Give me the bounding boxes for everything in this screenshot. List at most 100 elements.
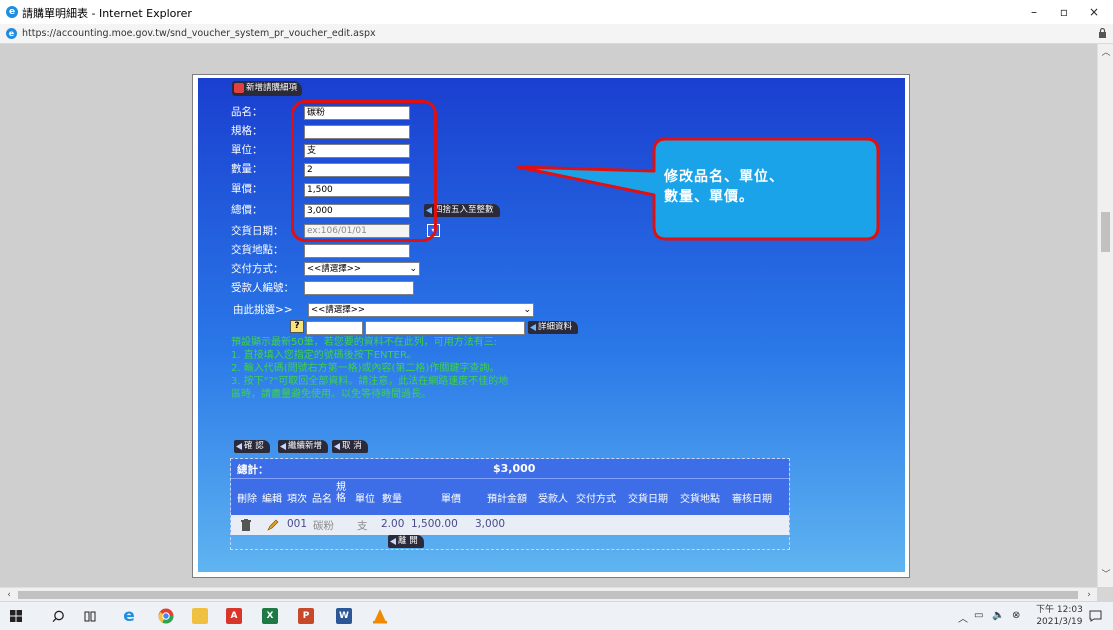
- delivery-place-label: 交貨地點：: [231, 244, 284, 256]
- col-delivery-place: 交貨地點: [680, 494, 720, 505]
- instruction-line-2: 2. 輸入代碼(問號右方第一格)或內容(第二格)作關鍵字查詢。: [231, 363, 500, 374]
- scrollbar-thumb-h[interactable]: [18, 591, 1078, 599]
- url-field[interactable]: https://accounting.moe.gov.tw/snd_vouche…: [22, 28, 376, 39]
- arrow-icon: [280, 443, 286, 450]
- col-item: 品名: [312, 494, 332, 505]
- delivery-date-label: 交貨日期：: [231, 225, 284, 237]
- window-titlebar: e 請購單明細表 - Internet Explorer – ▫ ×: [0, 0, 1113, 24]
- picker-select[interactable]: <<請選擇>> ⌄: [308, 303, 534, 317]
- callout-line-1: 修改品名、單位、: [664, 169, 784, 185]
- pencil-icon[interactable]: [267, 519, 279, 531]
- add-item-tab[interactable]: 新增請購細項: [232, 81, 303, 96]
- clock[interactable]: 下午 12:03 2021/3/19: [1036, 604, 1083, 628]
- acrobat-icon[interactable]: A: [226, 608, 242, 624]
- chrome-icon[interactable]: [158, 608, 174, 624]
- delivery-place-input[interactable]: [304, 244, 410, 258]
- cancel-button[interactable]: 取 消: [332, 440, 368, 453]
- row-item: 碳粉: [313, 520, 334, 532]
- col-unit: 單位: [355, 494, 375, 505]
- row-qty: 2.00: [381, 518, 405, 530]
- col-index: 項次: [287, 494, 307, 505]
- payee-input[interactable]: [304, 281, 414, 295]
- unit-label: 單位：: [231, 144, 263, 156]
- picker-keyword-input[interactable]: [365, 321, 525, 335]
- summary-total-value: $3,000: [493, 462, 536, 475]
- col-review-date: 審核日期: [732, 494, 772, 505]
- start-icon[interactable]: [10, 610, 22, 622]
- volume-icon[interactable]: 🔈: [992, 610, 1004, 621]
- vlc-icon[interactable]: [372, 608, 388, 624]
- scroll-down-icon[interactable]: ﹀: [1098, 568, 1113, 582]
- taskbar: e A X P W ︿ ▭ 🔈 ⊗ 下午 12:03 2021/3/19: [0, 601, 1113, 630]
- ie-icon: e: [6, 6, 18, 18]
- show-all-button[interactable]: ?: [290, 320, 304, 333]
- col-amount: 預計金額: [487, 494, 527, 505]
- price-label: 單價：: [231, 183, 263, 195]
- payment-method-select[interactable]: <<請選擇>> ⌄: [304, 262, 420, 276]
- picker-select-value: <<請選擇>>: [311, 305, 365, 315]
- total-row: 總計： $3,000: [231, 459, 789, 479]
- chevron-down-icon: ⌄: [523, 305, 531, 315]
- col-price: 單價: [441, 494, 461, 505]
- trash-icon[interactable]: [241, 519, 251, 531]
- scroll-right-icon[interactable]: ›: [1082, 588, 1096, 602]
- ie-taskbar-icon[interactable]: e: [118, 608, 140, 625]
- scroll-up-icon[interactable]: ︿: [1098, 46, 1113, 60]
- row-amount: 3,000: [475, 518, 506, 530]
- clock-time: 下午 12:03: [1036, 605, 1083, 615]
- clock-date: 2021/3/19: [1036, 617, 1083, 627]
- powerpoint-icon[interactable]: P: [298, 608, 314, 624]
- col-spec: 規格: [336, 482, 346, 504]
- payee-label: 受款人編號：: [231, 282, 294, 294]
- file-explorer-icon[interactable]: [192, 608, 208, 624]
- excel-icon[interactable]: X: [262, 608, 278, 624]
- qty-label: 數量：: [231, 163, 263, 175]
- search-icon[interactable]: [52, 610, 65, 623]
- leave-button[interactable]: 離 開: [388, 535, 424, 548]
- picker-code-input[interactable]: [306, 321, 363, 335]
- instruction-line-1: 1. 直接填入您指定的號碼後按下ENTER。: [231, 350, 417, 361]
- window-title: 請購單明細表 - Internet Explorer: [22, 7, 192, 20]
- scrollbar-thumb[interactable]: [1101, 212, 1110, 252]
- callout-text: 修改品名、單位、 數量、單價。: [664, 167, 864, 207]
- network-icon[interactable]: ▭: [974, 610, 983, 621]
- instruction-line-4: 區時，請盡量避免使用。以免等待時間過長。: [231, 389, 431, 400]
- payment-method-value: <<請選擇>>: [307, 264, 361, 274]
- col-edit: 編輯: [262, 494, 282, 505]
- word-icon[interactable]: W: [336, 608, 352, 624]
- notification-icon[interactable]: [1089, 610, 1102, 622]
- confirm-label: 確 認: [244, 441, 264, 451]
- scroll-left-icon[interactable]: ‹: [2, 588, 16, 602]
- vertical-scrollbar[interactable]: ︿ ﹀: [1097, 44, 1113, 587]
- arrow-icon: [334, 443, 340, 450]
- row-index: 001: [287, 518, 308, 530]
- task-view-icon[interactable]: [84, 610, 97, 623]
- continue-add-label: 繼續新增: [288, 441, 323, 451]
- address-bar: e https://accounting.moe.gov.tw/snd_vouc…: [0, 24, 1113, 44]
- confirm-button[interactable]: 確 認: [234, 440, 270, 453]
- col-delete: 刪除: [237, 494, 257, 505]
- arrow-icon: [236, 443, 242, 450]
- horizontal-scrollbar[interactable]: ‹ ›: [0, 587, 1097, 601]
- close-button[interactable]: ×: [1084, 4, 1104, 20]
- continue-add-button[interactable]: 繼續新增: [278, 440, 329, 453]
- add-item-tab-label: 新增請購細項: [246, 83, 298, 93]
- plus-icon: [234, 83, 244, 93]
- instruction-line-3: 3. 按下"?"可取回全部資料。請注意，此法在網路速度不佳的地: [231, 376, 509, 387]
- detail-button[interactable]: 詳細資料: [528, 321, 579, 334]
- highlight-box: [291, 100, 437, 242]
- minimize-button[interactable]: –: [1024, 4, 1044, 20]
- status-icon[interactable]: ⊗: [1012, 610, 1020, 621]
- item-name-label: 品名：: [231, 106, 263, 118]
- col-payment: 交付方式: [576, 494, 616, 505]
- table-row: 001 碳粉 支 2.00 1,500.00 3,000: [231, 515, 789, 535]
- maximize-button[interactable]: ▫: [1054, 4, 1074, 20]
- spec-label: 規格：: [231, 125, 263, 137]
- chevron-down-icon: ⌄: [409, 264, 417, 274]
- lock-icon: [1099, 28, 1106, 38]
- summary-total-label: 總計：: [237, 464, 269, 476]
- tray-chevron-icon[interactable]: ︿: [958, 610, 968, 625]
- site-icon: e: [6, 28, 17, 39]
- col-payee: 受款人: [538, 494, 568, 505]
- instruction-line-0: 預設顯示最新50筆，若您要的資料不在此列，可用方法有三:: [231, 337, 498, 348]
